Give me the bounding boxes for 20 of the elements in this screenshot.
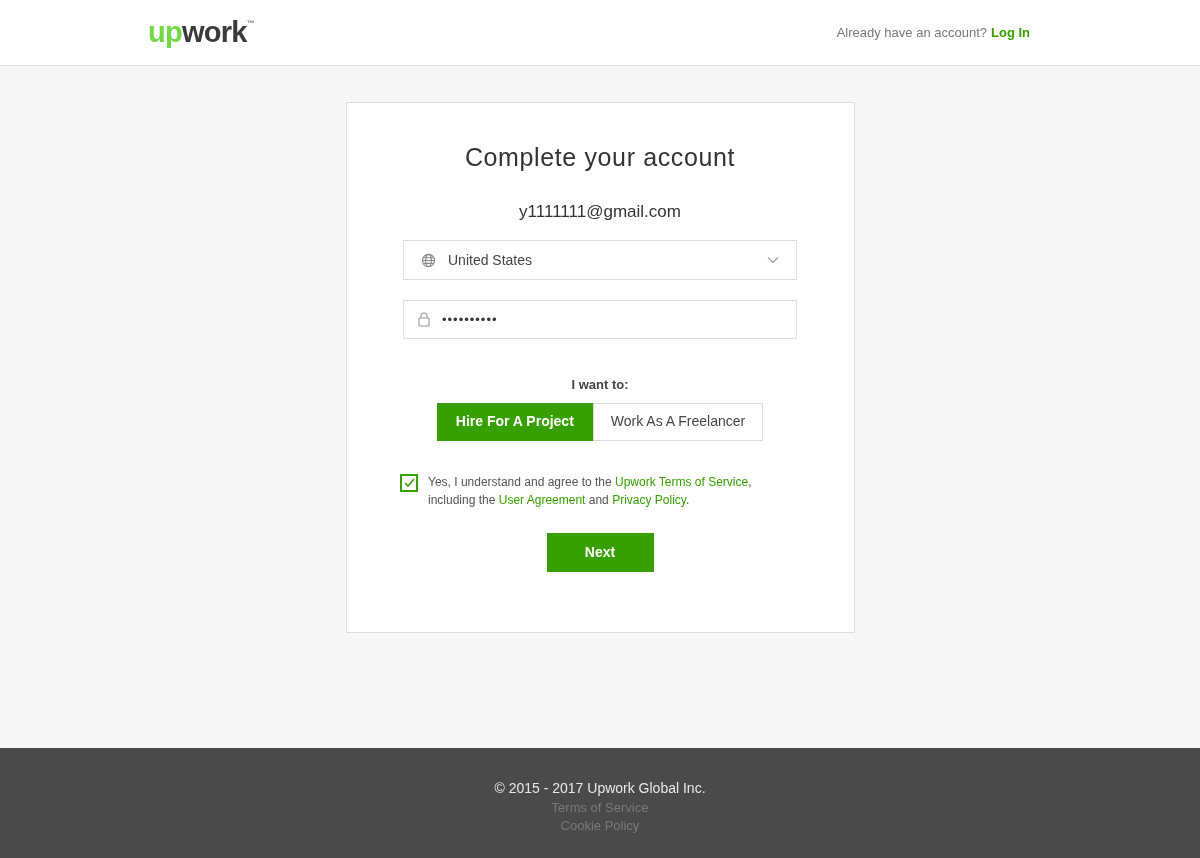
role-tab[interactable]: Hire For A Project [436,402,593,441]
country-select[interactable]: United States [403,240,797,280]
copyright-text: © 2015 - 2017 Upwork Global Inc. [494,779,706,798]
globe-icon [421,252,436,268]
check-icon [403,477,415,488]
login-link[interactable]: Log In [991,22,1030,43]
email-text: y1111111@gmail.com [519,200,681,223]
chevron-down-icon [767,256,779,264]
agreement-checkbox[interactable] [400,473,418,492]
password-field[interactable]: •••••••••• [403,300,797,339]
upwork-logo[interactable]: upwork™ [148,18,255,47]
card-title: Complete your account [464,142,736,173]
role-label: I want to: [571,376,629,394]
role-tab[interactable]: Work As A Freelancer [592,402,764,441]
agreement-link[interactable]: User Agreement [498,492,586,507]
agreement-link[interactable]: Privacy Policy [612,492,686,507]
lock-icon [418,312,430,327]
next-button[interactable]: Next [546,532,654,572]
agreement-text: Yes, I understand and agree to the Upwork Terms of Service, including the User Agreement and Privacy Policy. [428,473,753,509]
account-prompt: Already have an account? [836,23,987,42]
